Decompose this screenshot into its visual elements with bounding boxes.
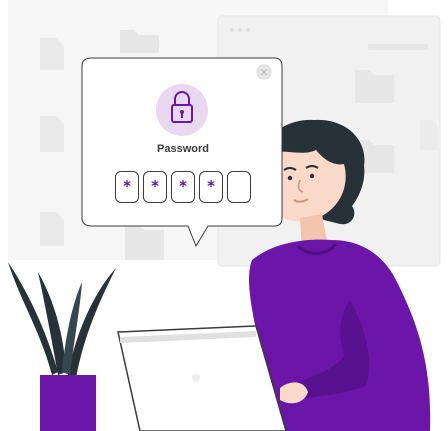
window-dot [238, 28, 242, 32]
window-dot [230, 28, 234, 32]
window-dot [246, 28, 250, 32]
illustration [8, 0, 441, 431]
password-slot[interactable]: * [171, 171, 195, 203]
folder-icon [125, 225, 164, 260]
document-icon [40, 212, 64, 246]
password-slot[interactable]: * [143, 171, 167, 203]
password-slot[interactable]: * [115, 171, 139, 203]
laptop-camera [192, 374, 200, 382]
password-slot[interactable] [227, 171, 251, 203]
laptop [117, 325, 287, 431]
document-icon [40, 116, 64, 152]
plant [8, 262, 116, 431]
window-bar [368, 44, 428, 50]
document-icon [420, 120, 438, 150]
document-icon [40, 38, 64, 70]
plant-pot [40, 375, 96, 431]
password-label: Password [157, 143, 209, 155]
eye [309, 173, 315, 179]
eye [287, 175, 293, 181]
password-slot[interactable]: * [199, 171, 223, 203]
